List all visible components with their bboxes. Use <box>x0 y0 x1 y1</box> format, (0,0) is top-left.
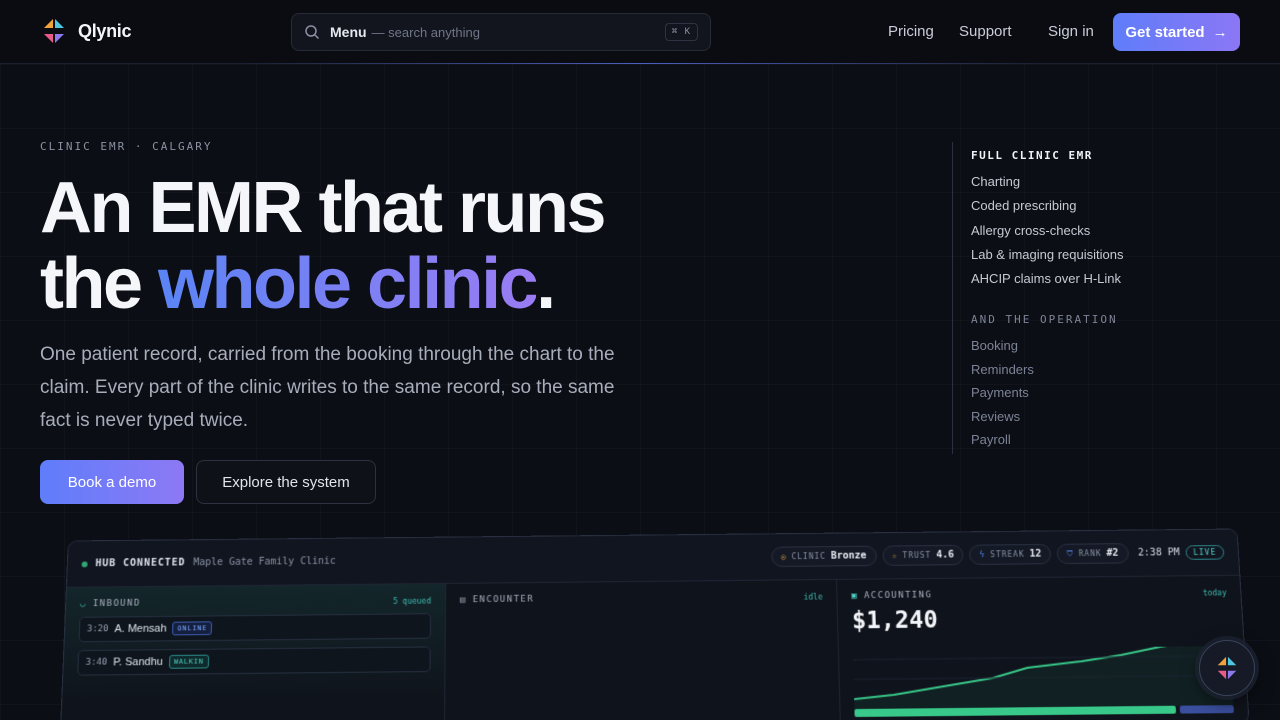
pill-value: 12 <box>1029 549 1041 560</box>
row-tag: ONLINE <box>172 621 212 635</box>
row-tag: WALKIN <box>169 655 209 669</box>
top-nav: Qlynic Menu — search anything ⌘ K Pricin… <box>0 0 1280 64</box>
pill-label: CLINIC <box>791 552 826 561</box>
inbound-title-text: INBOUND <box>93 599 141 609</box>
operation-item: Payments <box>971 381 1252 405</box>
headline-line-1: An EMR that runs <box>40 168 604 248</box>
assistant-launcher-button[interactable] <box>1199 640 1255 696</box>
nav-link-support[interactable]: Support <box>959 23 1012 40</box>
features-heading: FULL CLINIC EMR <box>971 149 1252 162</box>
inbound-row[interactable]: 3:20 A. Mensah ONLINE <box>79 613 432 642</box>
brand-logo[interactable]: Qlynic <box>40 17 131 45</box>
clipboard-icon: ▤ <box>460 595 467 605</box>
row-time: 3:20 <box>87 624 109 634</box>
search-label: Menu <box>330 24 367 40</box>
accounting-period: today <box>1203 588 1227 597</box>
pill-rank: ⛉ RANK #2 <box>1057 543 1129 564</box>
inbound-panel: ◡ INBOUND 5 queued 3:20 A. Mensah ONLINE… <box>61 584 446 720</box>
row-patient: A. Mensah <box>114 623 167 635</box>
pending-bar <box>1180 705 1234 713</box>
operation-item: Reviews <box>971 405 1252 429</box>
operation-item: Reminders <box>971 358 1252 382</box>
explore-system-button[interactable]: Explore the system <box>196 460 376 504</box>
headset-icon: ◡ <box>80 599 87 609</box>
cash-icon: ▣ <box>851 591 858 601</box>
dashboard-preview: HUB CONNECTED Maple Gate Family Clinic ◎… <box>60 529 1250 720</box>
brand-name: Qlynic <box>78 21 131 42</box>
encounter-title-text: ENCOUNTER <box>473 595 535 605</box>
get-started-label: Get started <box>1125 24 1204 41</box>
book-demo-button[interactable]: Book a demo <box>40 460 184 504</box>
accounting-amount: $1,240 <box>852 603 1229 634</box>
accounting-title-text: ACCOUNTING <box>864 591 933 601</box>
row-time: 3:40 <box>85 658 107 668</box>
encounter-title: ▤ ENCOUNTER <box>460 592 823 605</box>
feature-item: Allergy cross-checks <box>971 219 1252 243</box>
clinic-name: Maple Gate Family Clinic <box>193 556 336 568</box>
nav-divider-glow <box>240 63 1040 64</box>
sign-in-link[interactable]: Sign in <box>1048 23 1094 40</box>
encounter-panel: ▤ ENCOUNTER idle <box>445 580 841 720</box>
medal-icon: ◎ <box>781 552 787 561</box>
dashboard-time: 2:38 PM <box>1138 547 1180 558</box>
connection-status-dot <box>82 561 88 567</box>
pill-trust: ☆ TRUST 4.6 <box>882 545 964 566</box>
star-icon: ☆ <box>892 551 898 560</box>
search-icon <box>304 24 320 40</box>
feature-item: AHCIP claims over H-Link <box>971 267 1252 291</box>
pill-label: STREAK <box>990 550 1025 559</box>
feature-item: Charting <box>971 170 1252 194</box>
pill-streak: ϟ STREAK 12 <box>969 544 1051 565</box>
encounter-status: idle <box>803 593 822 602</box>
operation-item: Payroll <box>971 428 1252 452</box>
qlynic-logo-icon <box>1214 655 1240 681</box>
revenue-sparkline <box>853 646 1234 709</box>
inbound-row[interactable]: 3:40 P. Sandhu WALKIN <box>77 646 431 675</box>
pill-value: #2 <box>1106 548 1118 559</box>
accounting-panel: ▣ ACCOUNTING today $1,240 <box>837 576 1249 720</box>
feature-list: FULL CLINIC EMR Charting Coded prescribi… <box>952 142 1252 454</box>
inbound-title: ◡ INBOUND <box>80 596 431 609</box>
pill-label: RANK <box>1079 549 1102 558</box>
feature-item: Lab & imaging requisitions <box>971 243 1252 267</box>
pill-value: 4.6 <box>936 550 954 561</box>
shield-icon: ⛉ <box>1067 549 1074 559</box>
hub-status: HUB CONNECTED <box>95 558 185 570</box>
nav-link-pricing[interactable]: Pricing <box>888 23 934 40</box>
row-patient: P. Sandhu <box>113 656 163 668</box>
hero-headline: An EMR that runs the whole clinic. <box>40 170 740 322</box>
operation-item: Booking <box>971 334 1252 358</box>
pill-clinic: ◎ CLINIC Bronze <box>771 546 877 567</box>
operations-heading: AND THE OPERATION <box>971 313 1252 326</box>
bolt-icon: ϟ <box>979 550 985 559</box>
hero-subtext: One patient record, carried from the boo… <box>40 338 620 437</box>
hero-eyebrow: CLINIC EMR · CALGARY <box>40 140 212 153</box>
get-started-button[interactable]: Get started → <box>1113 13 1240 51</box>
accounting-title: ▣ ACCOUNTING <box>851 588 1227 602</box>
headline-post: . <box>536 244 554 324</box>
search-placeholder: — search anything <box>372 25 480 40</box>
search-bar[interactable]: Menu — search anything ⌘ K <box>291 13 711 51</box>
search-shortcut: ⌘ K <box>665 23 698 41</box>
arrow-right-icon: → <box>1213 24 1228 41</box>
qlynic-logo-icon <box>40 17 68 45</box>
headline-accent: whole clinic <box>158 244 536 324</box>
inbound-queue-count: 5 queued <box>393 597 431 606</box>
live-badge: LIVE <box>1185 545 1224 560</box>
pill-label: TRUST <box>902 551 931 560</box>
feature-item: Coded prescribing <box>971 194 1252 218</box>
headline-pre: the <box>40 244 158 324</box>
pill-value: Bronze <box>831 551 867 562</box>
